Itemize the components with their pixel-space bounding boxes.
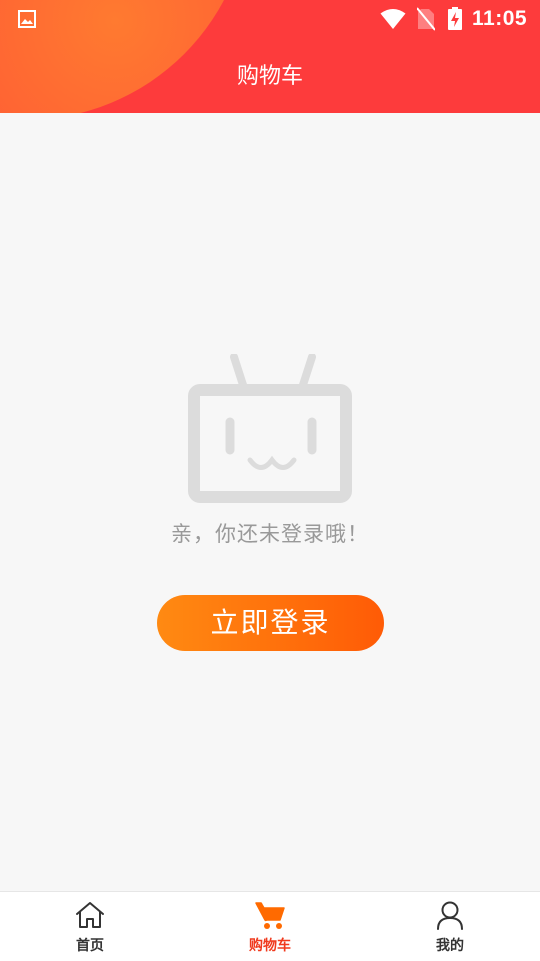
page-title: 购物车 [236,64,303,89]
tab-mine[interactable]: 我的 [360,892,540,961]
tab-label: 首页 [76,938,104,954]
tab-label: 我的 [436,938,464,954]
wifi-icon [380,8,406,34]
gallery-icon [18,10,36,32]
tab-cart[interactable]: 购物车 [180,892,360,961]
empty-message: 亲，你还未登录哦！ [171,522,369,546]
tab-home[interactable]: 首页 [0,892,180,961]
header-bar: 11:05 购物车 [0,0,540,113]
status-time: 11:05 [472,7,528,30]
tab-label: 购物车 [249,938,291,954]
home-icon [74,900,106,930]
battery-charging-icon [447,7,463,35]
bottom-tab-bar: 首页 购物车 我的 [0,891,540,961]
login-button[interactable]: 立即登录 [157,595,384,651]
no-sim-icon [416,7,436,35]
cart-icon [254,900,286,930]
tv-face-icon [186,353,354,508]
status-bar: 11:05 [0,0,540,38]
user-icon [434,900,466,930]
